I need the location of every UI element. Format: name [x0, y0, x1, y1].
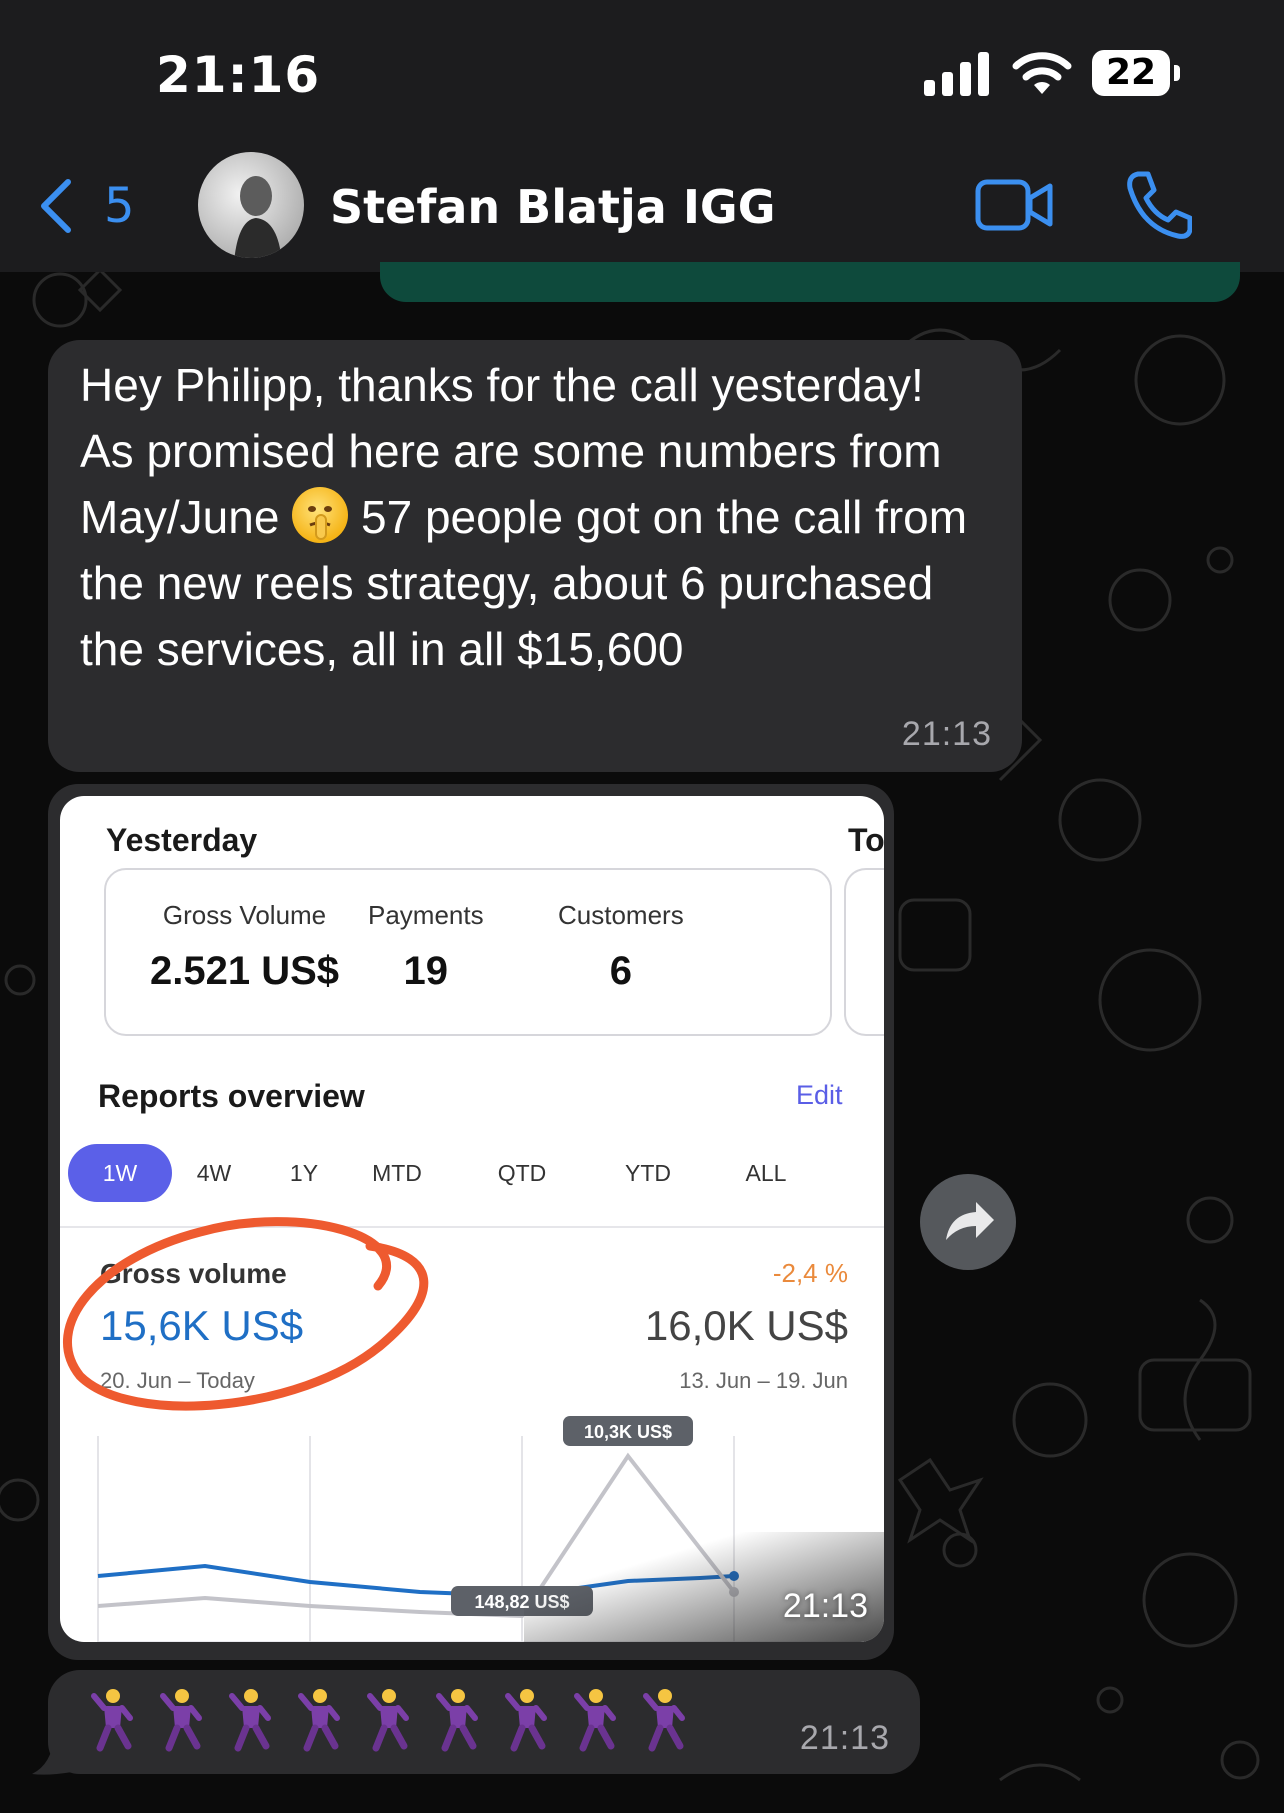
- battery-icon: 22: [1092, 50, 1180, 96]
- range-tab: 4W: [196, 1160, 232, 1186]
- range-tabs: 1W 4W 1Y MTD QTD YTD ALL: [68, 1144, 884, 1204]
- image-time: 21:13: [782, 1587, 868, 1625]
- man-dancing-icon: [298, 1689, 340, 1752]
- range-tab: MTD: [372, 1160, 422, 1186]
- stat-label: Payments: [368, 900, 484, 930]
- today-title: To: [848, 822, 884, 858]
- yesterday-title: Yesterday: [106, 822, 258, 858]
- stat-value: 2.521 US$: [150, 949, 340, 993]
- message-text: Hey Philipp, thanks for the call yesterd…: [80, 352, 980, 682]
- incoming-message[interactable]: Hey Philipp, thanks for the call yesterd…: [48, 340, 1022, 772]
- status-bar: 21:16 22: [0, 0, 1284, 150]
- man-dancing-icon: [91, 1689, 133, 1752]
- forward-icon: [946, 1202, 994, 1240]
- stats-card-next: [844, 868, 884, 1036]
- stat-label: Gross Volume: [162, 900, 327, 930]
- previous-value: 16,0K US$: [644, 1302, 848, 1349]
- previous-outgoing-message[interactable]: [380, 262, 1240, 302]
- message-time: 21:13: [799, 1719, 890, 1757]
- stat-gross-volume: Gross Volume 2.521 US$: [150, 900, 339, 994]
- shushing-face-icon: [292, 487, 349, 543]
- man-dancing-icon: [505, 1689, 547, 1752]
- message-time: 21:13: [901, 715, 992, 753]
- stat-customers: Customers 6: [558, 900, 684, 994]
- signal-icon: [924, 52, 989, 96]
- bubble-tail: [32, 1736, 72, 1775]
- battery-level: 22: [1092, 50, 1170, 96]
- change-percent: -2,4 %: [772, 1258, 848, 1288]
- man-dancing-icon: [160, 1689, 202, 1752]
- image-message[interactable]: Yesterday To Gross Volume 2.521 US$ Paym…: [48, 784, 894, 1660]
- reports-title: Reports overview: [98, 1078, 365, 1114]
- man-dancing-icon: [229, 1689, 271, 1752]
- unread-count[interactable]: 5: [104, 178, 135, 234]
- phone-icon[interactable]: [1124, 168, 1192, 240]
- wifi-icon: [1012, 52, 1072, 94]
- back-chevron-icon[interactable]: [36, 176, 76, 236]
- stat-value: 6: [609, 949, 632, 993]
- stats-card: Gross Volume 2.521 US$ Payments 19 Custo…: [104, 868, 832, 1036]
- data-label: 10,3K US$: [584, 1422, 672, 1442]
- video-call-icon[interactable]: [974, 174, 1054, 236]
- range-tab: 1Y: [289, 1160, 319, 1186]
- status-time: 21:16: [156, 46, 321, 104]
- range-tab: YTD: [625, 1160, 671, 1186]
- avatar[interactable]: [198, 152, 304, 258]
- forward-button[interactable]: [920, 1174, 1016, 1270]
- man-dancing-icon: [643, 1689, 685, 1752]
- image-screenshot[interactable]: Yesterday To Gross Volume 2.521 US$ Paym…: [60, 796, 884, 1642]
- edit-link: Edit: [796, 1080, 843, 1110]
- range-tab: ALL: [745, 1160, 787, 1186]
- contact-name[interactable]: Stefan Blatja IGG: [330, 180, 775, 234]
- range-tab: QTD: [497, 1160, 547, 1186]
- incoming-emoji-message[interactable]: 21:13: [48, 1670, 920, 1774]
- stat-payments: Payments 19: [368, 900, 484, 994]
- chat-header: 5 Stefan Blatja IGG: [0, 150, 1284, 272]
- stat-label: Customers: [558, 900, 684, 930]
- range-tab: 1W: [68, 1144, 172, 1202]
- emoji-row: [90, 1688, 711, 1760]
- man-dancing-icon: [436, 1689, 478, 1752]
- stat-value: 19: [403, 949, 449, 993]
- man-dancing-icon: [367, 1689, 409, 1752]
- previous-range: 13. Jun – 19. Jun: [679, 1368, 848, 1393]
- man-dancing-icon: [574, 1689, 616, 1752]
